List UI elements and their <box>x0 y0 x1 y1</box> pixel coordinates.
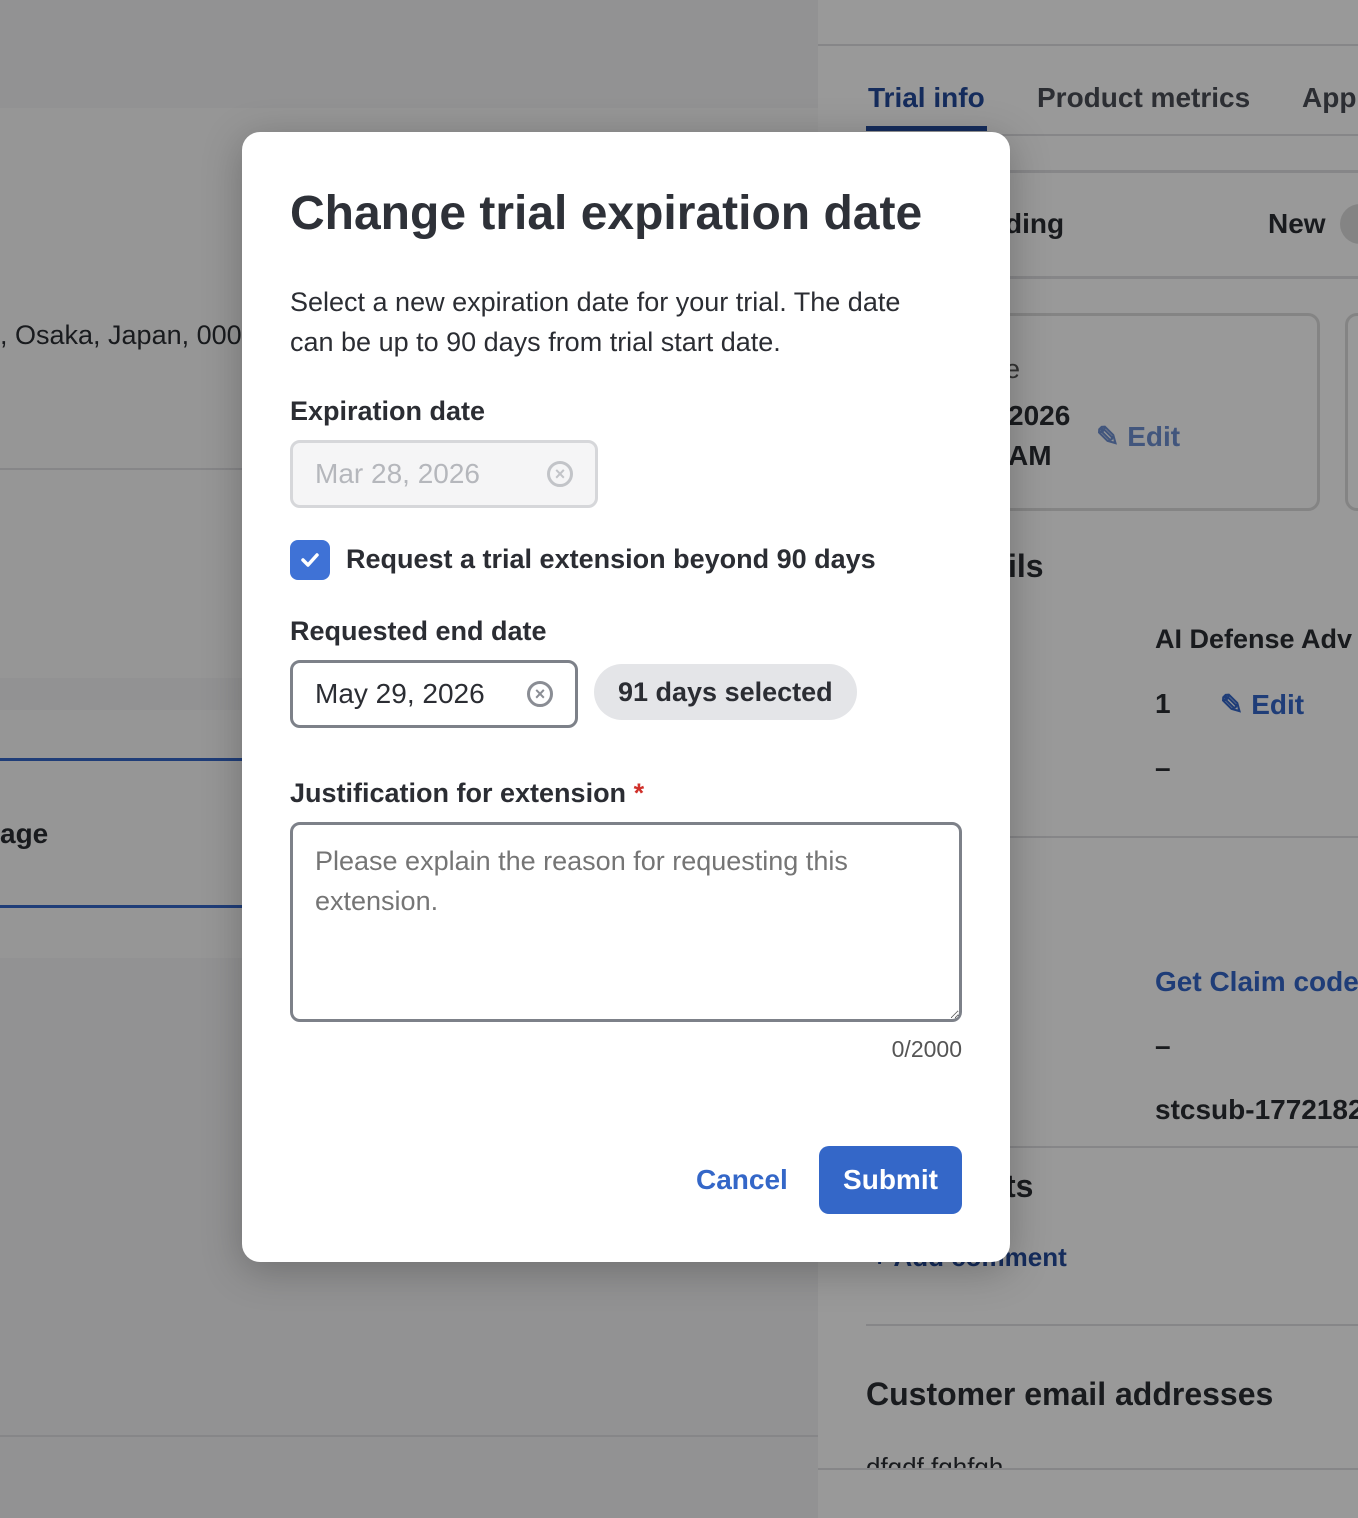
dialog-title: Change trial expiration date <box>290 187 923 240</box>
justification-label: Justification for extension * <box>290 778 645 808</box>
required-indicator: * <box>633 778 645 808</box>
expiration-date-field: Mar 28, 2026 × <box>290 440 598 508</box>
clear-date-button[interactable]: × <box>527 681 553 707</box>
requested-end-date-label: Requested end date <box>290 616 547 646</box>
days-selected-badge: 91 days selected <box>594 664 857 720</box>
requested-end-date-input[interactable]: May 29, 2026 × <box>290 660 578 728</box>
justification-textarea[interactable] <box>290 822 962 1022</box>
clear-icon: × <box>547 461 573 487</box>
submit-button[interactable]: Submit <box>819 1146 962 1214</box>
cancel-button[interactable]: Cancel <box>696 1164 788 1196</box>
extension-checkbox[interactable] <box>290 540 330 580</box>
checkmark-icon <box>301 553 319 567</box>
dialog-description: Select a new expiration date for your tr… <box>290 287 901 357</box>
change-expiration-dialog: Change trial expiration date Select a ne… <box>242 132 1010 1262</box>
expiration-date-label: Expiration date <box>290 396 486 426</box>
extension-checkbox-label[interactable]: Request a trial extension beyond 90 days <box>346 544 876 575</box>
character-count: 0/2000 <box>891 1036 962 1062</box>
